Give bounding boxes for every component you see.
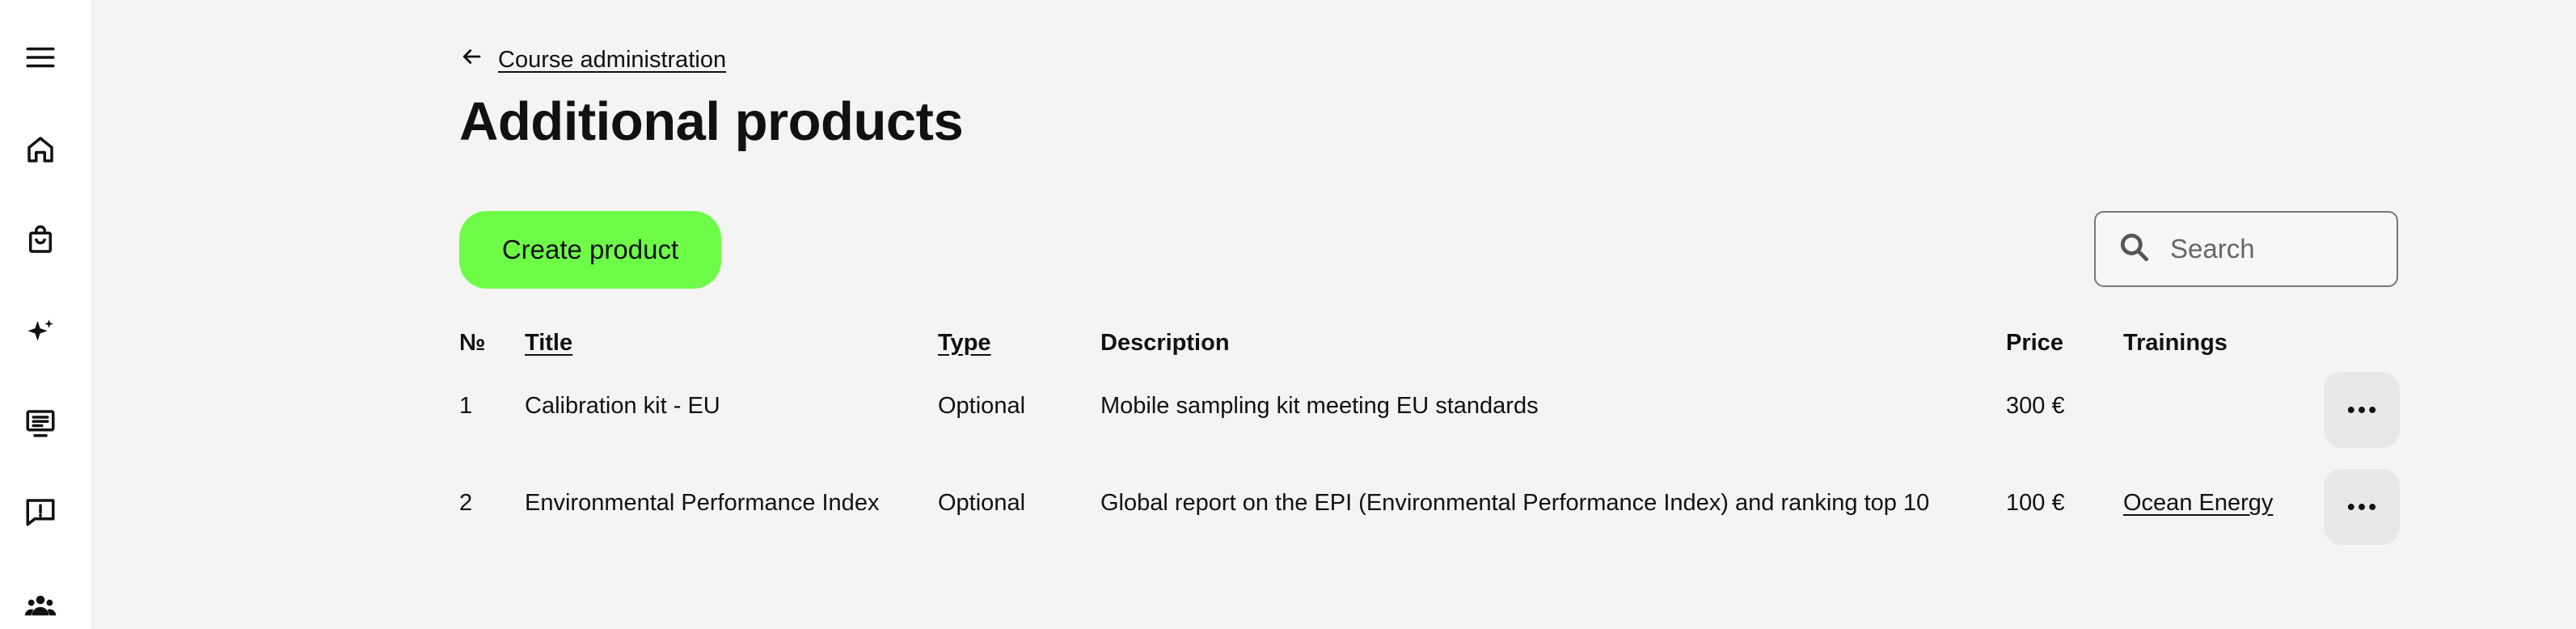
breadcrumb: Course administration <box>459 44 726 76</box>
column-header-trainings: Trainings <box>2123 330 2228 356</box>
row-description: Global report on the EPI (Environmental … <box>1100 490 1930 516</box>
row-type: Optional <box>938 490 1026 516</box>
breadcrumb-back-link[interactable]: Course administration <box>498 47 726 74</box>
create-product-button[interactable]: Create product <box>459 211 721 289</box>
arrow-left-icon[interactable] <box>459 44 484 75</box>
search-input[interactable] <box>2168 233 2382 265</box>
sidebar <box>0 0 93 629</box>
column-header-price: Price <box>2006 330 2063 356</box>
row-more-button[interactable] <box>2324 469 2400 545</box>
search-box[interactable] <box>2094 211 2398 287</box>
row-price: 100 € <box>2006 490 2065 516</box>
row-description: Mobile sampling kit meeting EU standards <box>1100 393 1539 419</box>
sparkles-icon[interactable] <box>20 312 61 352</box>
feedback-icon[interactable] <box>20 492 61 532</box>
search-icon <box>2096 230 2152 269</box>
more-horizontal-icon <box>2347 504 2376 510</box>
more-horizontal-icon <box>2347 407 2376 413</box>
row-title: Environmental Performance Index <box>525 490 880 516</box>
shopping-bag-icon[interactable] <box>20 220 61 260</box>
column-header-description: Description <box>1100 330 1230 356</box>
row-training-link[interactable]: Ocean Energy <box>2123 490 2273 517</box>
main-content: Course administration Additional product… <box>459 0 2400 629</box>
row-more-button[interactable] <box>2324 372 2400 448</box>
column-header-title[interactable]: Title <box>525 330 572 357</box>
row-type: Optional <box>938 393 1026 419</box>
row-number: 1 <box>459 393 473 419</box>
menu-icon[interactable] <box>20 37 61 78</box>
row-price: 300 € <box>2006 393 2065 419</box>
page-title: Additional products <box>459 91 964 152</box>
display-list-icon[interactable] <box>20 403 61 443</box>
home-icon[interactable] <box>20 129 61 170</box>
column-header-type[interactable]: Type <box>938 330 991 357</box>
users-icon[interactable] <box>20 585 61 626</box>
column-header-number: № <box>459 330 486 356</box>
row-number: 2 <box>459 490 473 516</box>
row-title: Calibration kit - EU <box>525 393 720 419</box>
